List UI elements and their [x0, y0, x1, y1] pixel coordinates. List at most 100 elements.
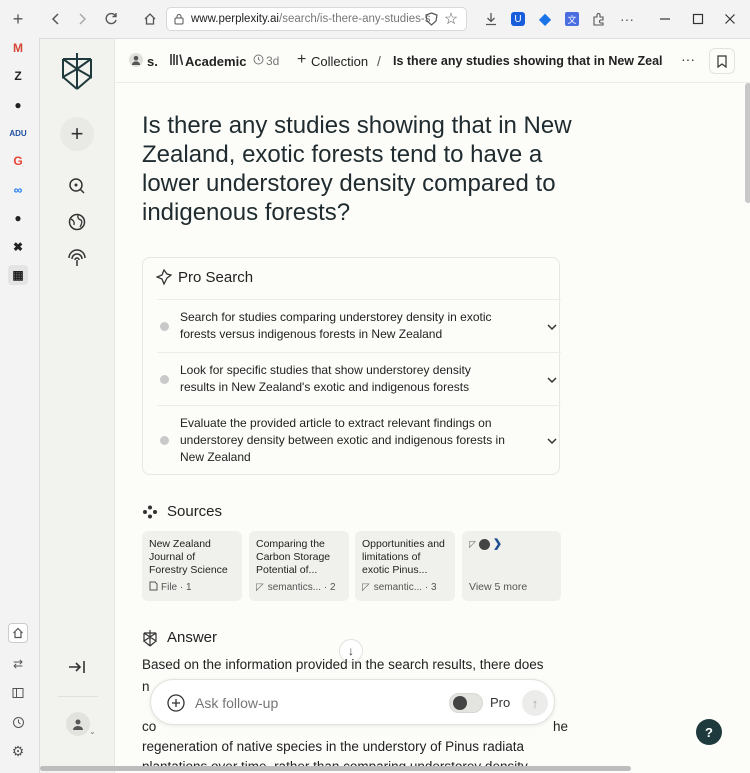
source-title-line: New Zealand [149, 538, 211, 550]
sidebar-settings-icon[interactable]: ⚙ [8, 741, 28, 761]
gmail-icon[interactable]: M [8, 38, 28, 58]
answer-line-1: Based on the information provided in the… [142, 657, 544, 672]
site-info-icon[interactable] [167, 13, 191, 25]
help-button[interactable]: ? [696, 719, 722, 745]
sidebar-panel-icon[interactable] [8, 683, 28, 703]
pro-search-step[interactable]: Look for specific studies that show unde… [157, 352, 561, 405]
step-text: Search for studies comparing understorey… [180, 309, 520, 343]
home-icon[interactable] [140, 9, 160, 29]
pro-search-step[interactable]: Search for studies comparing understorey… [157, 299, 561, 352]
answer-line-4: regeneration of native species in the un… [142, 739, 524, 754]
pro-search-heading: Pro Search [178, 269, 254, 286]
discover-search-icon[interactable] [68, 177, 86, 195]
step-text-line: forests versus indigenous forests in New… [180, 327, 443, 341]
source-meta-text: semantics... · 2 [267, 582, 336, 593]
maximize-icon[interactable] [688, 9, 708, 29]
globe-icon[interactable] [68, 213, 86, 231]
source-meta: ◸ semantics... · 2 [256, 581, 336, 594]
breadcrumb-thread-title: Is there any studies showing that in New… [393, 54, 663, 68]
github-icon[interactable]: ● [8, 95, 28, 115]
new-thread-button[interactable]: + [60, 117, 94, 151]
source-title-line: limitations of [362, 551, 421, 563]
sources-heading: Sources [167, 503, 223, 520]
pro-toggle[interactable] [449, 693, 483, 713]
back-icon[interactable] [46, 9, 66, 29]
sidebar-swap-icon[interactable]: ⇄ [8, 654, 28, 674]
source-title-line: Carbon Storage [256, 551, 331, 563]
pro-search-card: Pro Search Search for studies comparing … [142, 257, 561, 475]
semantics-favicon-icon: ◸ [362, 582, 370, 593]
step-text-line: results in New Zealand's exotic and indi… [180, 380, 470, 394]
answer-line-3-end: he [553, 719, 569, 734]
step-text-line: New Zealand [180, 450, 251, 464]
github-icon-2[interactable]: ● [8, 208, 28, 228]
sources-icon [142, 505, 158, 519]
pro-toggle-knob [453, 696, 467, 710]
source-title-line: Forestry Science [149, 564, 228, 576]
expand-chevron-icon[interactable] [545, 373, 559, 387]
expand-sidebar-icon[interactable] [68, 659, 86, 675]
step-text-line: Look for specific studies that show unde… [180, 363, 471, 377]
forward-icon[interactable] [72, 9, 92, 29]
sidebar-home-icon[interactable] [8, 623, 28, 643]
step-text-line: Search for studies comparing understorey… [180, 310, 492, 324]
expand-chevron-icon[interactable] [545, 434, 559, 448]
perplexity-icon[interactable]: ▦ [8, 265, 28, 285]
source-card[interactable]: Comparing the Carbon Storage Potential of.… [249, 531, 349, 601]
view-more-sources-label: View 5 more [469, 581, 528, 593]
source-card[interactable]: Opportunities and limitations of exotic Pi… [355, 531, 455, 601]
bookmark-button[interactable] [709, 48, 735, 74]
follow-up-input[interactable] [195, 692, 395, 714]
bitwarden-icon[interactable]: U [508, 9, 528, 29]
breadcrumb-user[interactable]: s. [147, 54, 158, 69]
download-icon[interactable] [481, 9, 501, 29]
add-collection-icon[interactable]: + [297, 51, 306, 69]
reload-icon[interactable] [101, 9, 121, 29]
pro-search-icon [156, 269, 172, 285]
semantics-favicon-icon: ◸ [469, 539, 476, 549]
source-meta-text: semantic... · 3 [373, 582, 437, 593]
translate-icon[interactable]: 文 [562, 9, 582, 29]
breadcrumb-focus[interactable]: Academic [185, 54, 246, 69]
source-card[interactable]: New Zealand Journal of Forestry Science Fil… [142, 531, 242, 601]
zotero-icon[interactable]: Z [8, 66, 28, 86]
x-icon[interactable]: ✖ [8, 237, 28, 257]
extensions-icon[interactable] [589, 9, 609, 29]
view-more-sources-card[interactable]: ◸ ❯ View 5 more [462, 531, 561, 601]
close-icon[interactable] [720, 9, 740, 29]
more-menu-icon[interactable]: ··· [617, 9, 637, 29]
question-title: Is there any studies showing that in New… [142, 112, 572, 226]
horizontal-scrollbar[interactable] [40, 766, 631, 771]
expand-chevron-icon[interactable] [545, 320, 559, 334]
source-favicon-dot-icon [478, 539, 490, 550]
thread-more-icon[interactable]: ··· [681, 51, 695, 67]
source-title-line: exotic Pinus... [362, 564, 428, 576]
user-avatar[interactable] [66, 712, 90, 736]
sidebar-history-icon[interactable] [8, 712, 28, 732]
breadcrumb-age: 3d [266, 54, 280, 68]
step-status-icon [160, 436, 169, 445]
vertical-scrollbar[interactable] [745, 83, 750, 203]
answer-heading: Answer [167, 629, 218, 646]
step-status-icon [160, 321, 169, 331]
source-title-line: Opportunities and [362, 538, 445, 550]
minimize-icon[interactable] [655, 9, 675, 29]
avatar-chevron-icon[interactable]: ⌄ [89, 727, 96, 736]
add-collection-button[interactable]: Collection [311, 54, 368, 69]
source-meta-text: File · 1 [161, 582, 192, 593]
new-tab-icon[interactable]: + [8, 9, 28, 29]
attach-plus-icon[interactable] [167, 694, 185, 712]
pro-search-step[interactable]: Evaluate the provided article to extract… [157, 405, 561, 475]
tracking-shield-icon[interactable] [421, 9, 441, 29]
browser-sidebar: M Z ● ADU G ∞ ● ✖ ▦ ⇄ ⚙ [0, 38, 37, 773]
google-icon[interactable]: G [8, 151, 28, 171]
bookmark-star-icon[interactable]: ☆ [441, 9, 461, 29]
submit-arrow-button[interactable]: ↑ [522, 690, 548, 716]
adu-icon[interactable]: ADU [8, 123, 28, 143]
extension-layers-icon[interactable]: ◆ [535, 9, 555, 29]
step-text-line: understorey density between exotic and i… [180, 433, 505, 447]
meta-icon[interactable]: ∞ [8, 180, 28, 200]
source-title-line: Potential of... [256, 564, 318, 576]
spaces-icon[interactable] [67, 249, 87, 267]
perplexity-logo[interactable] [59, 51, 95, 91]
